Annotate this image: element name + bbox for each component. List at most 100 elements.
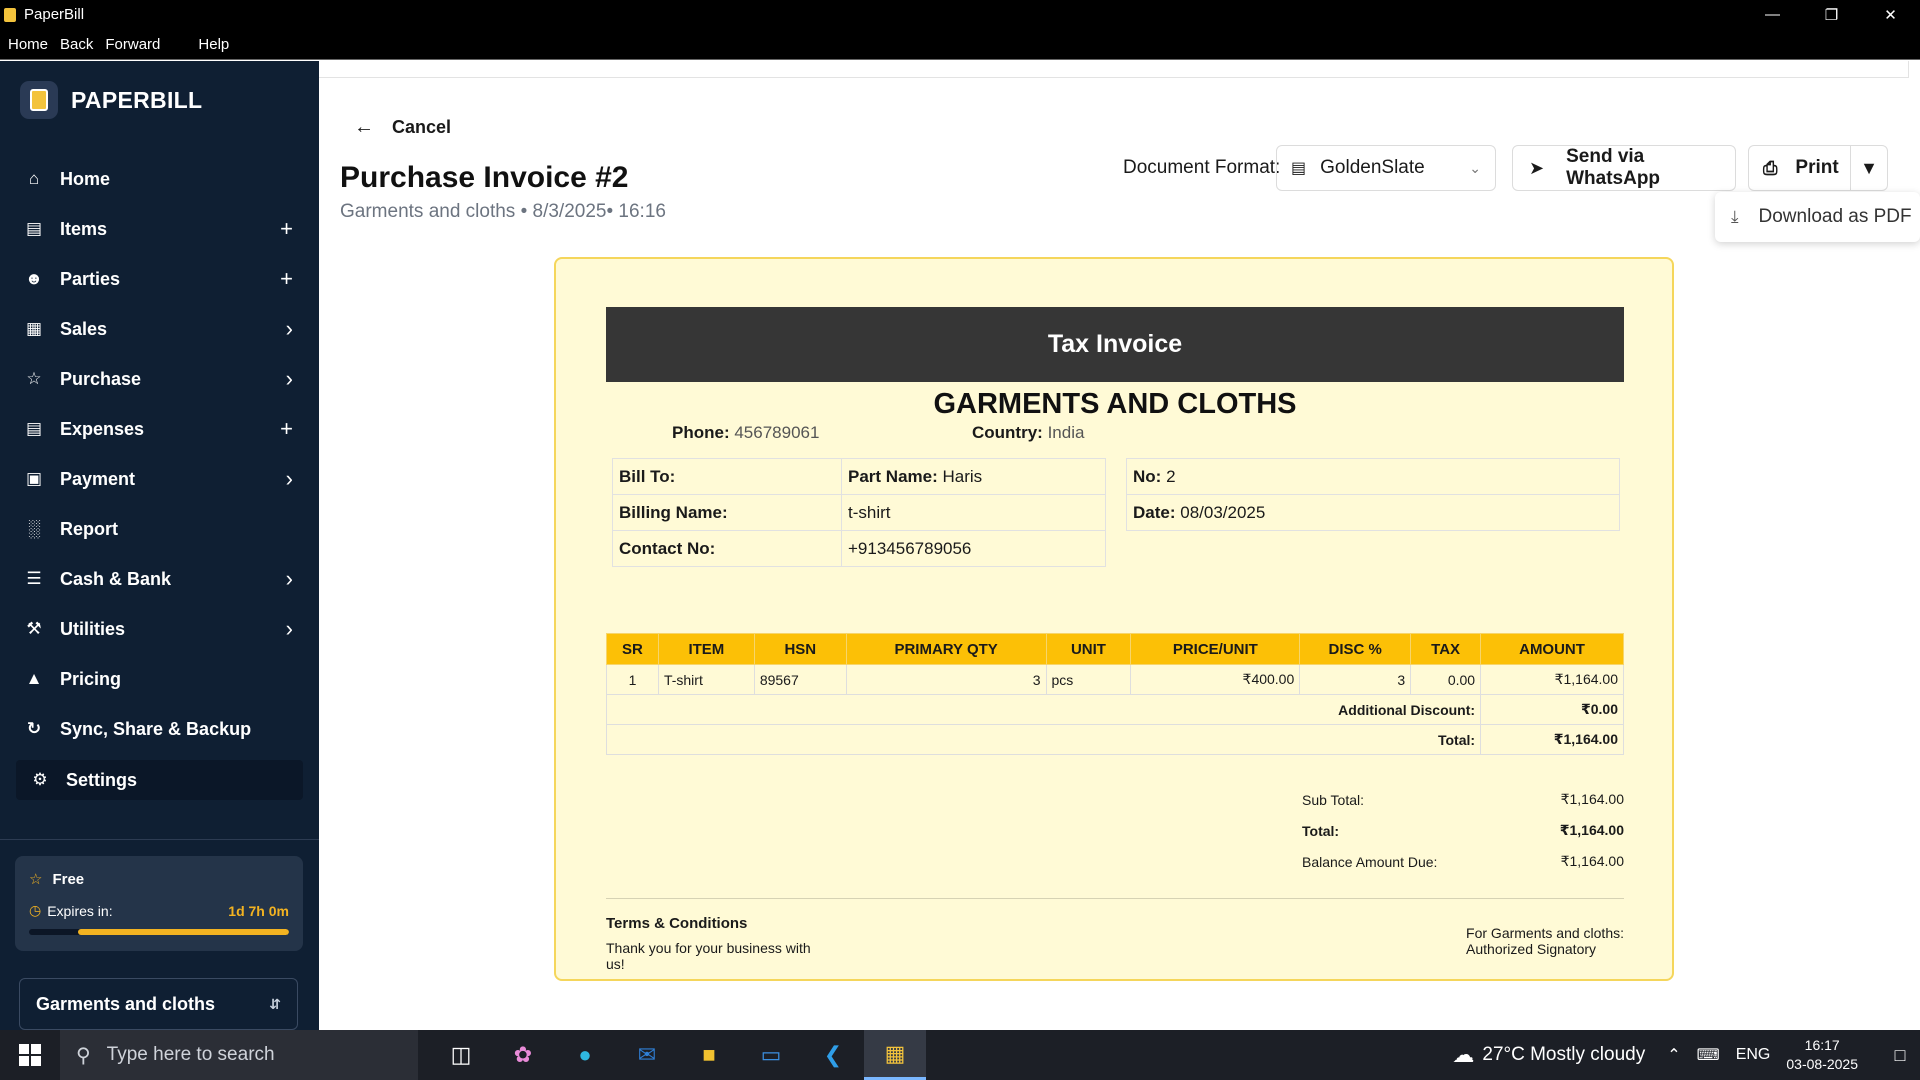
- expense-icon: ▤: [25, 419, 43, 438]
- sidebar-item-label: Cash & Bank: [60, 568, 172, 589]
- chevron-right-icon: ›: [285, 316, 293, 341]
- contact-value: +913456789056: [841, 530, 1106, 567]
- sidebar-item-sales[interactable]: ▦ Sales ›: [0, 304, 319, 354]
- wallet-icon: ▣: [25, 469, 43, 488]
- menu-forward[interactable]: Forward: [105, 36, 160, 53]
- remote-desktop-icon[interactable]: ▭: [740, 1030, 802, 1080]
- invoice-date: Date: 08/03/2025: [1126, 494, 1620, 531]
- balance-due-row: Balance Amount Due: ₹1,164.00: [1302, 853, 1624, 870]
- column-header: UNIT: [1045, 633, 1132, 665]
- users-icon: ☻: [25, 269, 43, 288]
- wrench-icon: ⚒: [26, 619, 42, 638]
- sidebar-item-pricing[interactable]: ▲ Pricing: [0, 654, 319, 704]
- additional-discount-label: Additional Discount:: [605, 694, 1482, 725]
- chevron-up-icon[interactable]: ⌃: [1667, 1045, 1680, 1065]
- expires-label: Expires in:: [47, 902, 113, 919]
- whatsapp-label: Send via WhatsApp: [1566, 146, 1661, 189]
- chevron-right-icon: ›: [285, 566, 293, 591]
- sidebar-item-payment[interactable]: ▣ Payment ›: [0, 454, 319, 504]
- sign-line-2: Authorized Signatory: [1466, 941, 1597, 957]
- print-label: Print: [1795, 157, 1839, 178]
- sidebar-item-utilities[interactable]: ⚒ Utilities ›: [0, 604, 319, 654]
- plus-icon[interactable]: +: [280, 216, 293, 242]
- sidebar-divider: [0, 839, 319, 840]
- arrow-left-icon: ←: [354, 116, 374, 138]
- edge-icon[interactable]: ●: [554, 1030, 616, 1080]
- terms-title: Terms & Conditions: [606, 915, 748, 932]
- column-header: DISC %: [1299, 633, 1412, 665]
- cell-hsn: 89567: [753, 664, 847, 695]
- format-value: GoldenSlate: [1320, 157, 1425, 178]
- minimize-button[interactable]: —: [1743, 0, 1802, 29]
- plus-icon[interactable]: +: [280, 416, 293, 442]
- send-whatsapp-button[interactable]: ➤ Send via WhatsApp: [1512, 145, 1736, 191]
- bill-to-label: Bill To:: [612, 458, 842, 495]
- sidebar-item-settings[interactable]: ⚙ Settings: [16, 760, 303, 800]
- file-explorer-icon[interactable]: ■: [678, 1030, 740, 1080]
- sidebar-item-items[interactable]: ▤ Items +: [0, 204, 319, 254]
- paperbill-taskbar-icon[interactable]: ▦: [864, 1030, 926, 1080]
- copilot-icon[interactable]: ✿: [492, 1030, 554, 1080]
- menu-home[interactable]: Home: [8, 36, 48, 53]
- cloud-icon: ☁: [1452, 1042, 1475, 1067]
- taskbar-clock[interactable]: 16:17 03-08-2025: [1786, 1036, 1858, 1074]
- brand[interactable]: PAPERBILL: [20, 81, 202, 119]
- column-header: ITEM: [657, 633, 755, 665]
- weather-widget[interactable]: ☁ 27°C Mostly cloudy: [1452, 1042, 1645, 1068]
- vscode-icon[interactable]: ❮: [802, 1030, 864, 1080]
- cell-price: ₹400.00: [1130, 664, 1301, 695]
- receipt-icon: ▦: [25, 319, 43, 338]
- language-indicator[interactable]: ENG: [1736, 1046, 1771, 1064]
- menu-bar: Home Back Forward Help: [0, 29, 1920, 60]
- print-dropdown-caret[interactable]: ▼: [1851, 158, 1887, 179]
- close-button[interactable]: ✕: [1861, 0, 1920, 29]
- download-icon: ⤓: [1731, 207, 1739, 226]
- sidebar-item-report[interactable]: ░ Report: [0, 504, 319, 554]
- chevron-down-icon: ⌄: [1469, 159, 1481, 176]
- part-name: Part Name: Haris: [841, 458, 1106, 495]
- keyboard-icon[interactable]: ⌨: [1697, 1045, 1720, 1065]
- company-country: Country: India: [972, 423, 1085, 442]
- taskbar: ⚲ Type here to search ◫ ✿ ● ✉ ■ ▭ ❮ ▦ ☁ …: [0, 1030, 1920, 1080]
- chevron-right-icon: ›: [285, 466, 293, 491]
- print-button[interactable]: ⎙ Print: [1749, 146, 1851, 190]
- task-view-icon[interactable]: ◫: [430, 1030, 492, 1080]
- cancel-label: Cancel: [392, 117, 452, 137]
- additional-discount-value: ₹0.00: [1480, 694, 1624, 725]
- sidebar-item-purchase[interactable]: ☆ Purchase ›: [0, 354, 319, 404]
- outlook-icon[interactable]: ✉: [616, 1030, 678, 1080]
- notification-icon[interactable]: □: [1880, 1045, 1920, 1066]
- sidebar-nav: ⌂ Home ▤ Items + ☻ Parties + ▦ Sales › ☆…: [0, 154, 319, 800]
- gear-icon: ⚙: [32, 770, 48, 789]
- company-phone: Phone: 456789061: [672, 423, 820, 442]
- brand-name: PAPERBILL: [71, 86, 203, 113]
- sidebar-item-cash-bank[interactable]: ☰ Cash & Bank ›: [0, 554, 319, 604]
- sidebar-item-home[interactable]: ⌂ Home: [0, 154, 319, 204]
- sidebar-item-label: Pricing: [60, 668, 122, 689]
- expires-value: 1d 7h 0m: [228, 902, 289, 919]
- menu-back[interactable]: Back: [60, 36, 93, 53]
- sidebar-item-sync[interactable]: ↻ Sync, Share & Backup: [0, 704, 319, 754]
- sidebar-item-label: Sales: [60, 318, 108, 339]
- sidebar-item-parties[interactable]: ☻ Parties +: [0, 254, 319, 304]
- invoice-preview: Tax Invoice GARMENTS AND CLOTHS Phone: 4…: [554, 257, 1674, 981]
- column-header: HSN: [753, 633, 847, 665]
- format-select[interactable]: ▤ GoldenSlate ⌄: [1276, 145, 1496, 191]
- plan-card[interactable]: ☆ Free ◷ Expires in: 1d 7h 0m: [15, 856, 303, 951]
- cell-sr: 1: [606, 664, 659, 695]
- invoice-divider: [606, 898, 1624, 899]
- title-bar: PaperBill — ❐ ✕: [0, 0, 1920, 29]
- windows-start-button[interactable]: [0, 1030, 60, 1080]
- main-content: ← Cancel Purchase Invoice #2 Garments an…: [319, 61, 1920, 1030]
- taskbar-search[interactable]: ⚲ Type here to search: [60, 1030, 418, 1080]
- cancel-button[interactable]: ← Cancel: [354, 116, 451, 139]
- plus-icon[interactable]: +: [280, 266, 293, 292]
- sign-line-1: For Garments and cloths:: [1466, 925, 1624, 941]
- menu-help[interactable]: Help: [198, 36, 229, 53]
- download-pdf-menu-item[interactable]: ⤓ Download as PDF: [1715, 192, 1920, 242]
- business-selector[interactable]: Garments and cloths ⇵: [19, 978, 298, 1030]
- restore-button[interactable]: ❐: [1802, 0, 1861, 29]
- sidebar-item-label: Items: [60, 218, 108, 239]
- column-header: TAX: [1410, 633, 1482, 665]
- sidebar-item-expenses[interactable]: ▤ Expenses +: [0, 404, 319, 454]
